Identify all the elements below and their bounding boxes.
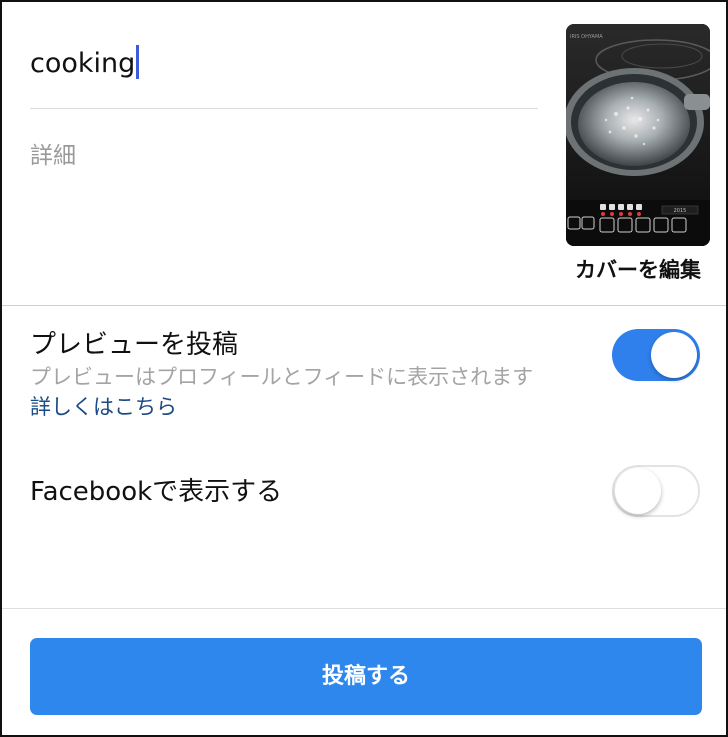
post-settings-screen: cooking 詳細 2015 IRIS OHYAMA カバーを編集 プレビュー…: [0, 0, 728, 737]
toggle-knob: [651, 332, 697, 378]
title-input-value: cooking: [30, 48, 136, 79]
bottom-divider: [2, 608, 726, 609]
preview-toggle[interactable]: [612, 329, 700, 381]
title-input[interactable]: cooking: [30, 42, 530, 86]
text-caret: [136, 44, 140, 79]
post-button[interactable]: 投稿する: [30, 638, 702, 715]
cover-thumbnail[interactable]: 2015 IRIS OHYAMA: [566, 24, 710, 246]
edit-cover-button[interactable]: カバーを編集: [562, 254, 714, 286]
title-divider: [30, 108, 538, 109]
section-divider: [2, 305, 726, 306]
learn-more-link[interactable]: 詳しくはこちら: [30, 391, 177, 423]
facebook-share-label: Facebookで表示する: [30, 477, 283, 507]
facebook-toggle[interactable]: [612, 465, 700, 517]
toggle-knob: [615, 468, 661, 514]
preview-post-label: プレビューを投稿: [30, 330, 239, 360]
preview-description: プレビューはプロフィールとフィードに表示されます: [30, 365, 534, 389]
cover-image: 2015 IRIS OHYAMA: [566, 24, 710, 246]
svg-text:2015: 2015: [674, 208, 687, 214]
detail-input[interactable]: 詳細: [30, 138, 76, 174]
svg-text:IRIS OHYAMA: IRIS OHYAMA: [570, 34, 603, 40]
